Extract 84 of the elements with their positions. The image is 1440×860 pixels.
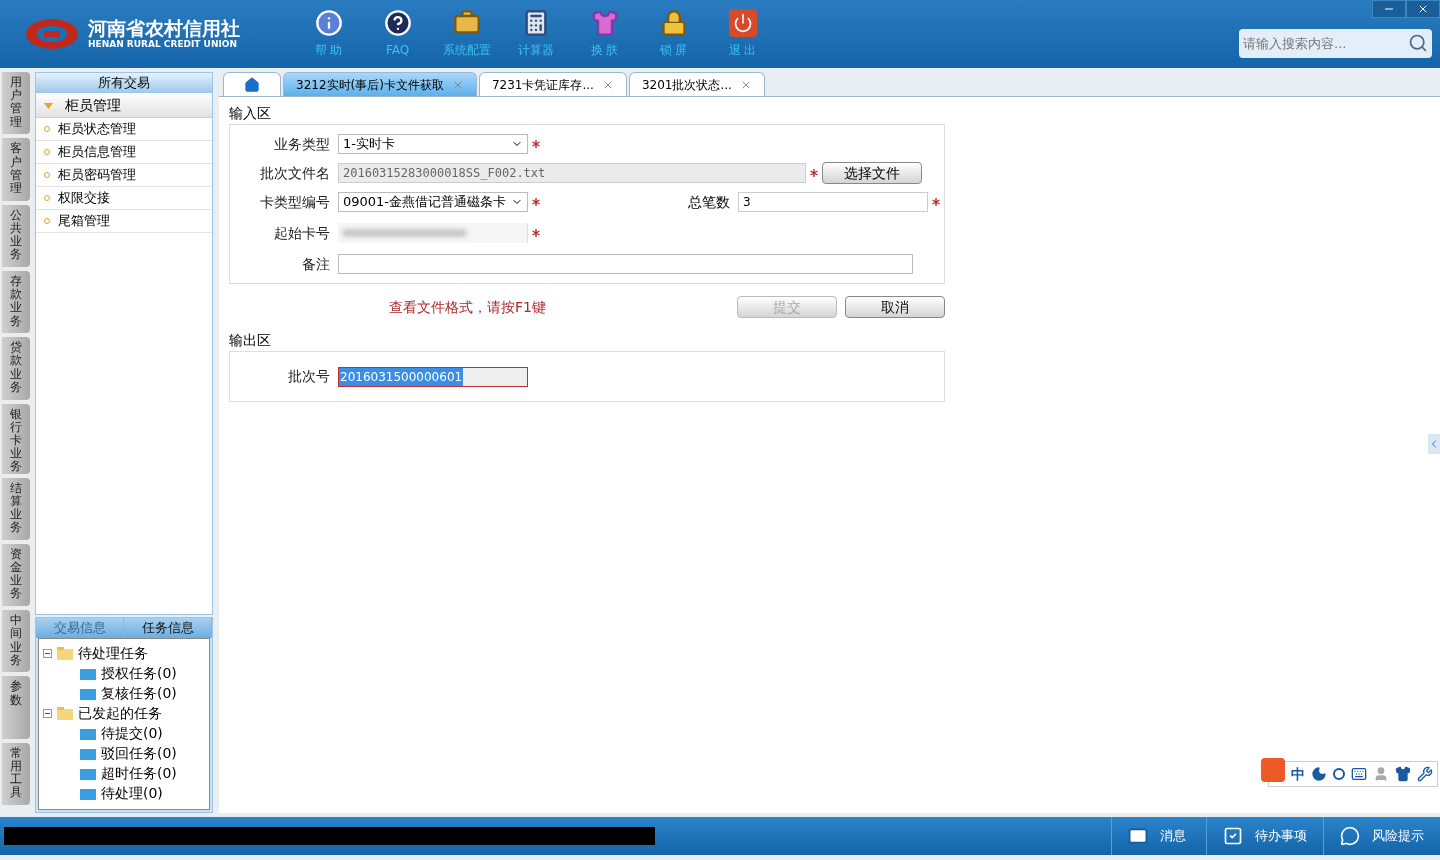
field-label: 批次号	[287, 367, 331, 386]
panel-header: 所有交易	[36, 73, 212, 93]
tree-node[interactable]: 待处理(0)	[101, 782, 163, 804]
help-icon	[383, 9, 412, 37]
folder-icon	[79, 746, 97, 760]
folder-icon	[79, 766, 97, 780]
home-tab[interactable]	[223, 72, 281, 96]
side-tab[interactable]: 公共业务	[2, 204, 30, 267]
logo-icon	[24, 17, 80, 51]
side-tab[interactable]: 客户管理	[2, 138, 30, 201]
menu-item[interactable]: 柜员信息管理	[36, 141, 212, 164]
power-icon	[728, 9, 757, 37]
home-icon	[244, 76, 260, 93]
sogou-logo-icon	[1261, 758, 1285, 782]
side-tab[interactable]: 常用工具	[2, 742, 30, 806]
field-label: 业务类型	[273, 134, 331, 154]
field-label: 卡类型编号	[259, 192, 331, 212]
speech-bubble-icon	[1340, 826, 1360, 846]
side-tab[interactable]: 用户管理	[2, 72, 30, 135]
punctuation-icon[interactable]	[1333, 768, 1345, 780]
section-title: 输入区	[229, 104, 272, 123]
status-button[interactable]: 消息	[1111, 817, 1206, 855]
moon-icon[interactable]	[1311, 766, 1327, 782]
menu-item[interactable]: 柜员状态管理	[36, 118, 212, 141]
search-icon[interactable]	[1408, 33, 1428, 53]
side-tab[interactable]: 结算业务	[2, 477, 30, 540]
remark-field[interactable]	[338, 254, 913, 274]
side-tab[interactable]: 参数	[2, 676, 30, 739]
folder-icon	[79, 786, 97, 800]
tree-node[interactable]: 超时任务(0)	[101, 762, 177, 784]
folder-icon	[79, 686, 97, 700]
folder-icon	[56, 706, 74, 720]
menu-item[interactable]: 柜员密码管理	[36, 164, 212, 187]
info-icon	[314, 9, 343, 37]
collapse-icon[interactable]	[43, 648, 52, 658]
action-button[interactable]: 取消	[845, 296, 945, 318]
wrench-icon[interactable]	[1417, 766, 1433, 782]
lock-icon	[659, 9, 688, 37]
card-number-field[interactable]	[338, 223, 528, 243]
side-tab[interactable]: 中间业务	[2, 610, 30, 673]
folder-icon	[79, 666, 97, 680]
status-button[interactable]: 风险提示	[1323, 817, 1440, 855]
search-field[interactable]: 请输入搜索内容...	[1239, 29, 1432, 58]
collapse-icon[interactable]	[43, 708, 52, 718]
status-button[interactable]: 待办事项	[1206, 817, 1323, 855]
keyboard-icon[interactable]	[1351, 766, 1367, 782]
logo-title: 河南省农村信用社	[88, 18, 240, 38]
tree-node[interactable]: 驳回任务(0)	[101, 742, 177, 764]
logo-subtitle: HENAN RURAL CREDIT UNION	[88, 38, 238, 50]
close-icon	[1417, 3, 1429, 15]
shirt-icon[interactable]	[1395, 766, 1411, 782]
section-title: 输出区	[229, 331, 272, 350]
business-type-select[interactable]: 1-实时卡	[338, 134, 528, 154]
field-label: 备注	[301, 254, 331, 274]
tree-node[interactable]: 待处理任务	[78, 642, 148, 664]
minimize-button[interactable]	[1372, 0, 1406, 18]
mail-icon	[1128, 826, 1148, 846]
menu-group[interactable]: 柜员管理	[36, 93, 212, 118]
field-label: 起始卡号	[273, 223, 331, 243]
tree-node[interactable]: 已发起的任务	[78, 702, 162, 724]
checkbox-icon	[1223, 826, 1243, 846]
shirt-icon	[590, 9, 619, 37]
toolbox-icon	[452, 9, 481, 37]
hint-text: 查看文件格式，请按F1键	[389, 297, 546, 317]
side-tab[interactable]: 存款业务	[2, 270, 30, 334]
tree-node[interactable]: 授权任务(0)	[101, 662, 177, 684]
tree-node[interactable]: 待提交(0)	[101, 722, 163, 744]
document-tab[interactable]: 7231卡凭证库存...	[478, 72, 627, 96]
field-label: 批次文件名	[259, 163, 331, 183]
side-tab[interactable]: 贷款业务	[2, 337, 30, 400]
batch-number: 2016031500000601	[339, 367, 464, 386]
total-count-field[interactable]: 3	[738, 192, 928, 212]
side-tab[interactable]: 资金业务	[2, 543, 30, 607]
folder-icon	[79, 726, 97, 740]
menu-item[interactable]: 权限交接	[36, 187, 212, 210]
side-tab[interactable]: 银行卡业务	[2, 403, 30, 474]
document-tab[interactable]: 3212实时(事后)卡文件获取	[283, 72, 477, 96]
input-mode[interactable]: 中	[1291, 763, 1305, 785]
document-tab[interactable]: 3201批次状态...	[628, 72, 765, 96]
menu-item[interactable]: 尾箱管理	[36, 210, 212, 233]
field-label: 总笔数	[688, 192, 731, 212]
folder-icon	[56, 646, 74, 660]
card-type-select[interactable]: 09001-金燕借记普通磁条卡	[338, 192, 528, 212]
tree-node[interactable]: 复核任务(0)	[101, 682, 177, 704]
